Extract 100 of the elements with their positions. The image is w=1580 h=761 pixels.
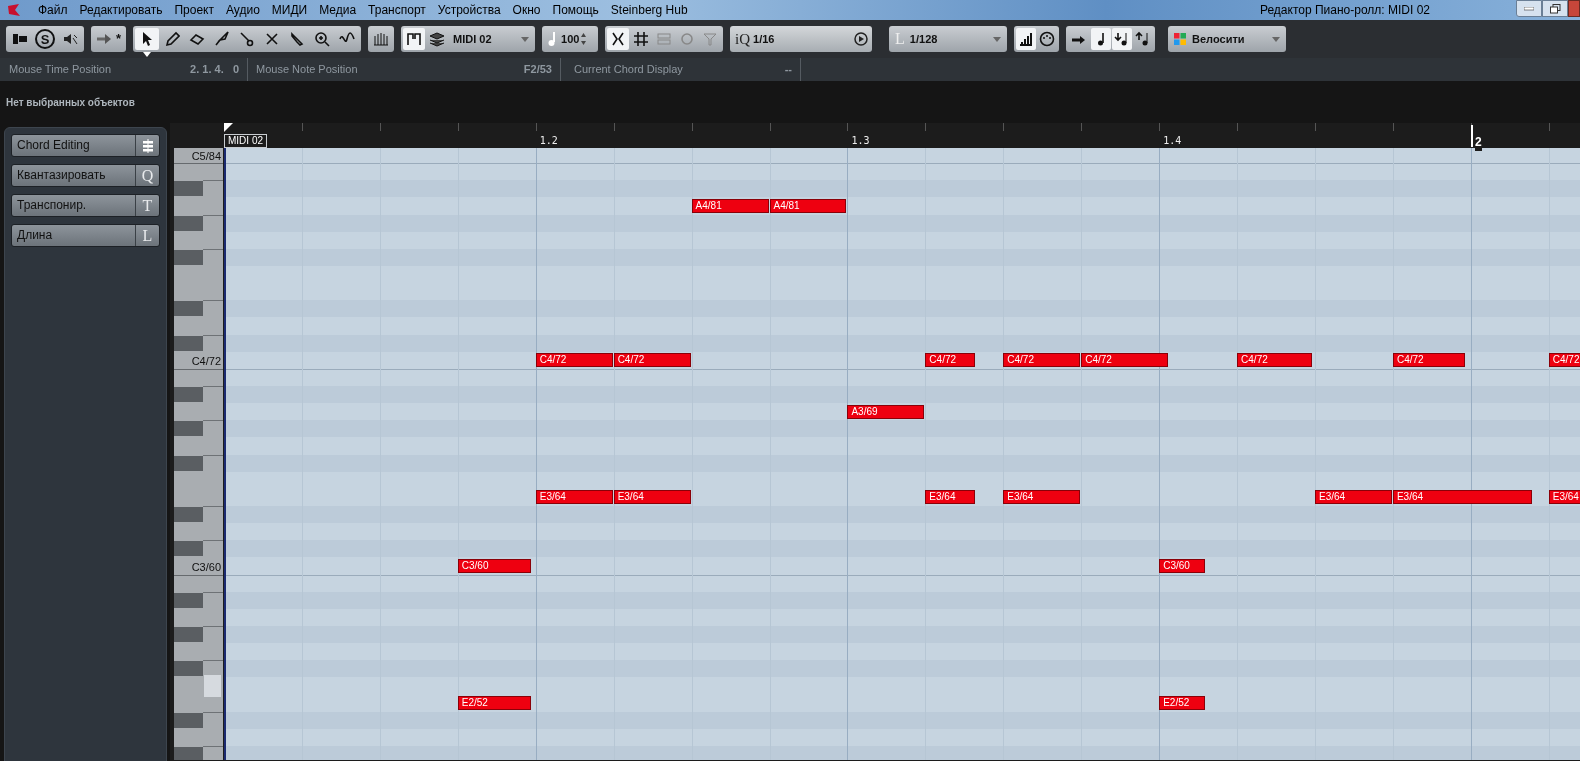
inspector-section[interactable]: Квантазировать Q <box>11 164 160 187</box>
menu-item[interactable]: МИДИ <box>265 0 314 20</box>
sharp-key[interactable] <box>174 215 203 231</box>
arrow-right-icon <box>96 31 112 47</box>
shortcut-key: T <box>135 195 159 216</box>
note-down-arrow-button[interactable] <box>1112 28 1133 50</box>
midi-note[interactable]: E3/64 <box>1003 490 1081 505</box>
note-button[interactable] <box>1091 28 1112 50</box>
menu-item[interactable]: Файл <box>32 0 74 20</box>
brush-tool-icon <box>289 31 306 47</box>
midi-note[interactable]: C4/72 <box>925 353 975 368</box>
mute-tool-icon <box>264 31 281 47</box>
sharp-key[interactable] <box>174 301 203 317</box>
scissors-tool-icon <box>239 31 256 47</box>
note-icon <box>548 32 557 46</box>
sharp-key[interactable] <box>174 541 203 557</box>
midi-note[interactable]: C4/72 <box>1003 353 1081 368</box>
controller-dropdown[interactable]: Велосити <box>1188 30 1245 48</box>
part-border-icon <box>406 31 423 47</box>
zoom-tool-icon <box>314 31 331 47</box>
sharp-key[interactable] <box>174 421 203 437</box>
part-border-button[interactable] <box>403 28 426 50</box>
spinner-icon <box>581 33 587 45</box>
sharp-key[interactable] <box>174 746 203 760</box>
sharp-key[interactable] <box>174 386 203 402</box>
quantize-prefix: iQ <box>734 29 751 49</box>
midi-note[interactable]: E3/64 <box>1548 490 1580 505</box>
length-prefix: L <box>894 29 905 49</box>
midi-note[interactable]: C4/72 <box>1081 353 1168 368</box>
length-value[interactable]: 1/128 <box>905 30 938 48</box>
midi-note[interactable]: C4/72 <box>1548 353 1580 368</box>
sharp-key[interactable] <box>174 249 203 265</box>
app-logo-icon <box>6 3 22 17</box>
sharp-key[interactable] <box>174 626 203 642</box>
shortcut-key: Q <box>135 165 159 186</box>
play-icon[interactable] <box>854 32 869 46</box>
menu-item[interactable]: Транспорт <box>362 0 432 20</box>
speaker-icon <box>62 31 78 47</box>
menu-item[interactable]: Помощь <box>546 0 605 20</box>
velocity-field[interactable]: 100 <box>561 30 587 48</box>
collapse-button[interactable] <box>607 28 630 50</box>
key-label: C3/60 <box>191 560 221 574</box>
eraser-tool-icon <box>189 31 206 47</box>
inspector-section[interactable]: Длина L <box>11 224 160 247</box>
info-value: 2. 1. 4. 0 <box>190 62 239 78</box>
color-palette-icon <box>1173 32 1188 46</box>
sharp-key[interactable] <box>174 335 203 351</box>
menu-item[interactable]: Окно <box>506 0 547 20</box>
solo-button[interactable]: S <box>35 29 55 49</box>
sharp-key[interactable] <box>174 455 203 471</box>
info-value: F2/53 <box>523 62 552 78</box>
midi-icon <box>1039 31 1056 47</box>
midi-note[interactable]: E3/64 <box>1392 490 1533 505</box>
key-label: C4/72 <box>191 355 221 369</box>
minimize-icon <box>1524 6 1534 11</box>
midi-note[interactable]: E2/52 <box>457 696 531 711</box>
piano-roll-icon <box>373 31 390 47</box>
sharp-key[interactable] <box>174 661 203 677</box>
midi-note[interactable]: E3/64 <box>613 490 691 505</box>
midi-note[interactable]: E3/64 <box>925 490 975 505</box>
collapse-icon <box>610 31 627 47</box>
midi-note[interactable]: E2/52 <box>1159 696 1205 711</box>
quantize-value[interactable]: 1/16 <box>751 30 775 48</box>
midi-note[interactable]: A4/81 <box>769 199 847 213</box>
info-label: Current Chord Display <box>574 62 683 78</box>
knife-tool-icon <box>214 31 231 47</box>
caret-icon <box>1272 36 1281 42</box>
sharp-key[interactable] <box>174 592 203 608</box>
inspector-section[interactable]: Транспонир. T <box>11 194 160 217</box>
menu-item[interactable]: Медиа <box>313 0 363 20</box>
midi-note[interactable]: C4/72 <box>613 353 691 368</box>
part-dropdown[interactable]: MIDI 02 <box>449 28 534 50</box>
menu-item[interactable]: Редактировать <box>73 0 169 20</box>
grid-icon <box>633 31 650 47</box>
filter-icon <box>702 31 719 47</box>
restore-icon <box>1549 3 1561 14</box>
menu-item[interactable]: Проект <box>168 0 220 20</box>
info-label: Mouse Note Position <box>256 62 358 78</box>
bars-button[interactable] <box>1016 28 1037 50</box>
sharp-key[interactable] <box>174 506 203 522</box>
menu-item[interactable]: Steinberg Hub <box>604 0 694 20</box>
midi-note[interactable]: C4/72 <box>535 353 613 368</box>
piano-keyboard[interactable]: C5/84 C4/72 C3/60 <box>174 148 223 760</box>
bars-icon <box>1018 31 1035 47</box>
sharp-key[interactable] <box>174 181 203 197</box>
midi-note[interactable]: E3/64 <box>535 490 613 505</box>
sharp-key[interactable] <box>174 712 203 728</box>
menu-item[interactable]: Устройства <box>431 0 507 20</box>
menu-item[interactable]: Аудио <box>219 0 266 20</box>
caret-icon <box>521 36 530 42</box>
stack-icon <box>141 138 154 153</box>
midi-note[interactable]: E3/64 <box>1315 490 1392 505</box>
restore-button[interactable] <box>1542 0 1568 17</box>
midi-note[interactable]: C4/72 <box>1237 353 1312 368</box>
event-label: MIDI 02 <box>224 134 267 148</box>
info-label: Mouse Time Position <box>9 62 112 78</box>
inspector-section[interactable]: Chord Editing <box>11 134 160 157</box>
info-value: -- <box>784 62 792 78</box>
midi-note[interactable]: C4/72 <box>1392 353 1466 368</box>
midi-note[interactable]: A4/81 <box>691 199 769 213</box>
